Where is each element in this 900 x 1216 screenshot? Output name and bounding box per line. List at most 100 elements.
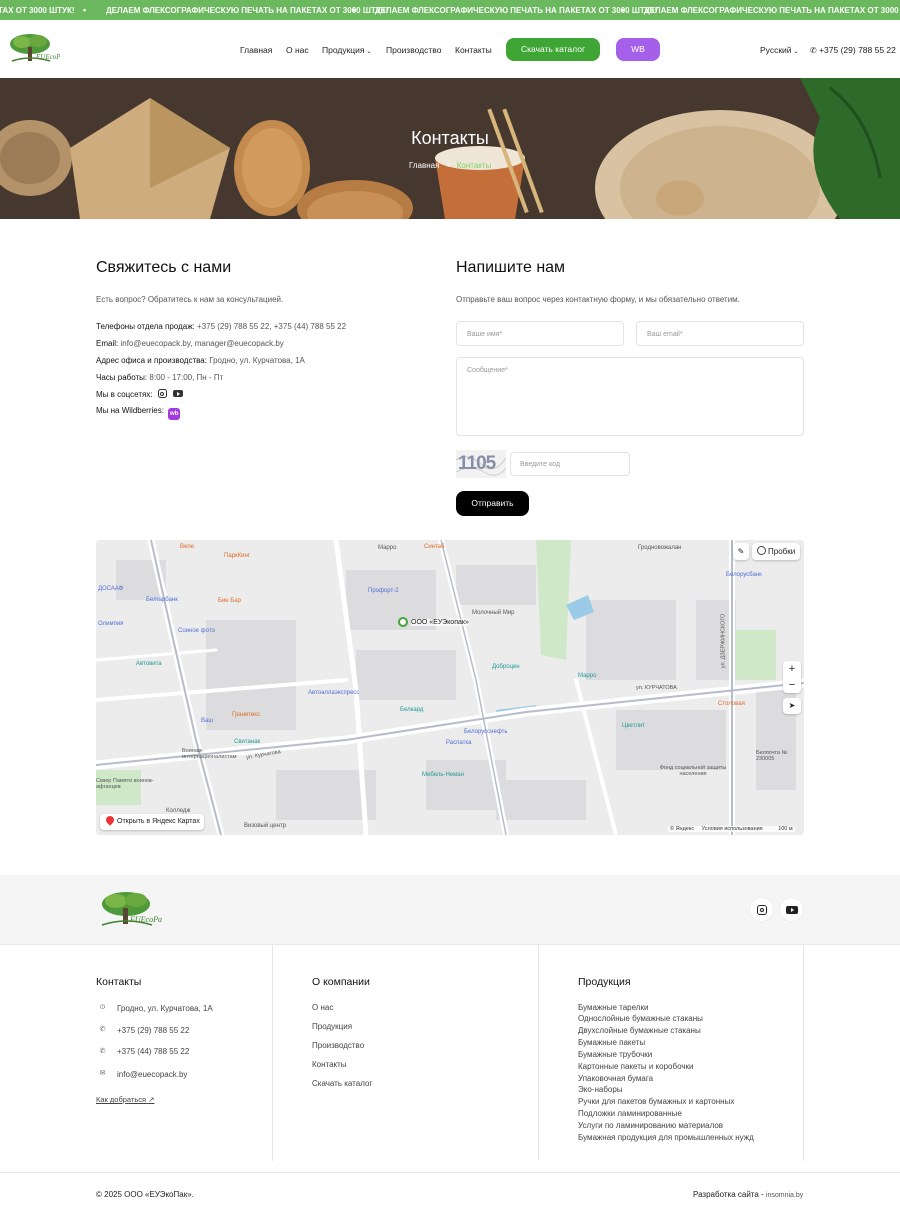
ruler-button[interactable]: ✎ [733, 543, 749, 560]
map-scale: 100 м [778, 826, 793, 832]
email-input[interactable]: Ваш email* [636, 321, 804, 346]
message-textarea[interactable]: Сообщение* [456, 357, 804, 436]
breadcrumb-home[interactable]: Главная [409, 161, 439, 170]
ruler-icon: ✎ [737, 547, 745, 556]
language-selector[interactable]: Русский ⌄ [760, 45, 799, 55]
chevron-down-icon: ⌄ [793, 49, 799, 55]
map-marker-icon[interactable] [398, 617, 408, 627]
navigation-arrow-icon: ➤ [788, 701, 796, 710]
terms-link[interactable]: Условия использования [702, 826, 763, 832]
footer-logo[interactable]: EUEcoPack [96, 891, 170, 931]
route-link[interactable]: Как добраться ↗ [96, 1095, 154, 1104]
footer-product-link[interactable]: Картонные пакеты и коробочки [578, 1062, 693, 1071]
instagram-icon[interactable] [157, 389, 167, 398]
form-subtitle: Отправьте ваш вопрос через контактную фо… [456, 295, 740, 304]
zoom-in-button[interactable]: + [783, 661, 801, 677]
chevron-down-icon: ⌄ [366, 49, 372, 55]
hours-row: Часы работы: 8:00 - 17:00, Пн - Пт [96, 373, 223, 382]
email-value[interactable]: info@euecopack.by, manager@euecopack.by [120, 339, 283, 348]
nav-contacts[interactable]: Контакты [455, 45, 492, 55]
footer-product-link[interactable]: Эко-наборы [578, 1085, 623, 1094]
developer-label: Разработка сайта - [693, 1190, 764, 1199]
svg-text:EUEcoPack: EUEcoPack [129, 915, 162, 924]
footer-phone-2[interactable]: +375 (44) 788 55 22 [117, 1047, 189, 1056]
footer-about-link[interactable]: Контакты [312, 1060, 347, 1069]
developer-link[interactable]: insomnia.by [766, 1192, 803, 1199]
footer-product-link[interactable]: Упаковочная бумага [578, 1074, 653, 1083]
nav-about[interactable]: О нас [286, 45, 309, 55]
footer-product-link[interactable]: Бумажные трубочки [578, 1050, 652, 1059]
wildberries-button[interactable]: WB [616, 38, 660, 61]
map-poi-label: ДОСААФ [98, 586, 124, 592]
yandex-map[interactable]: ООО «ЕУЭкопак» Bene ПаркКинг Синтаб Марр… [96, 540, 804, 835]
open-in-yandex-label: Открыть в Яндекс Картах [117, 818, 200, 825]
mail-icon: ✉ [99, 1070, 106, 1077]
header-phone[interactable]: ✆ +375 (29) 788 55 22 [810, 45, 896, 55]
footer-about-link[interactable]: Скачать каталог [312, 1079, 372, 1088]
svg-text:EUEcoPack: EUEcoPack [35, 53, 60, 61]
footer-about-link[interactable]: Продукция [312, 1022, 352, 1031]
captcha-input[interactable]: Введите код [510, 452, 630, 476]
map-poi-label: Доброцен [492, 664, 520, 670]
footer-product-link[interactable]: Бумажная продукция для промышленных нужд [578, 1133, 754, 1142]
youtube-icon[interactable] [173, 390, 184, 397]
contact-title: Свяжитесь с нами [96, 259, 232, 276]
map-poi-label: Цветлит [622, 723, 645, 729]
map-poi-label: Свитанак [234, 739, 261, 745]
nav-products[interactable]: Продукция ⌄ [322, 45, 372, 55]
footer-product-link[interactable]: Услуги по ламинированию материалов [578, 1121, 723, 1130]
page: ТАХ ОТ 3000 ШТУК! • ДЕЛАЕМ ФЛЕКСОГРАФИЧЕ… [0, 0, 900, 1216]
map-attribution: © Яндекс Условия использования 100 м [668, 826, 795, 832]
footer-product-link[interactable]: Подложки ламинированные [578, 1109, 682, 1118]
open-in-yandex-link[interactable]: Открыть в Яндекс Картах [100, 814, 204, 830]
wildberries-icon[interactable]: wb [168, 408, 181, 420]
footer-about-title: О компании [312, 976, 370, 988]
map-marker-label: ООО «ЕУЭкопак» [411, 619, 469, 626]
nav-production[interactable]: Производство [386, 45, 441, 55]
submit-button[interactable]: Отправить [456, 491, 529, 516]
map-poi-label: Белгарбанк [146, 597, 178, 603]
map-canvas [96, 540, 804, 835]
geolocation-button[interactable]: ➤ [783, 698, 801, 714]
footer-instagram-button[interactable] [749, 897, 774, 922]
traffic-button[interactable]: Пробки [752, 543, 800, 560]
minus-icon: − [788, 679, 796, 691]
footer-product-link[interactable]: Ручки для пакетов бумажных и картонных [578, 1097, 734, 1106]
footer-product-link[interactable]: Однослойные бумажные стаканы [578, 1014, 703, 1023]
footer-product-link[interactable]: Бумажные пакеты [578, 1038, 645, 1047]
nav-home[interactable]: Главная [240, 45, 272, 55]
footer-product-link[interactable]: Двухслойные бумажные стаканы [578, 1026, 701, 1035]
footer-address: Гродно, ул. Курчатова, 1А [117, 1004, 213, 1013]
map-poi-label: Распатка [446, 740, 472, 746]
breadcrumb-separator: • [446, 161, 450, 170]
map-poi-label: Воинам-интернационалистам [182, 748, 237, 760]
wb-label: Мы на Wildberries: [96, 406, 164, 415]
tree-logo-icon: EUEcoPack [10, 34, 71, 62]
form-title: Напишите нам [456, 259, 566, 276]
footer-youtube-button[interactable] [779, 897, 804, 922]
map-poi-label: Белпочта № 230005 [756, 750, 788, 762]
captcha-code: 1105 [458, 453, 496, 474]
name-input[interactable]: Ваше имя* [456, 321, 624, 346]
download-catalog-button[interactable]: Скачать каталог [506, 38, 600, 61]
developer-credit: Разработка сайта - insomnia.by [693, 1190, 803, 1199]
zoom-out-button[interactable]: − [783, 677, 801, 693]
map-poi-label: Соиное фото [178, 628, 215, 634]
phones-value[interactable]: +375 (29) 788 55 22, +375 (44) 788 55 22 [197, 322, 346, 331]
yandex-copyright[interactable]: © Яндекс [670, 826, 694, 832]
ticker-text: ДЕЛАЕМ ФЛЕКСОГРАФИЧЕСКУЮ ПЕЧАТЬ НА ПАКЕТ… [375, 6, 658, 15]
footer-contacts-title: Контакты [96, 976, 142, 988]
footer-about-link[interactable]: О нас [312, 1003, 333, 1012]
footer-email[interactable]: info@euecopack.by [117, 1070, 187, 1079]
footer-product-link[interactable]: Бумажные тарелки [578, 1003, 648, 1012]
footer-phone-1[interactable]: +375 (29) 788 55 22 [117, 1026, 189, 1035]
route-link-label: Как добраться [96, 1095, 147, 1104]
header-phone-number: +375 (29) 788 55 22 [819, 45, 896, 55]
footer-divider [803, 945, 804, 1161]
map-poi-label: Гродновожалан [638, 545, 682, 551]
nav-products-label: Продукция [322, 45, 365, 55]
logo[interactable]: EUEcoPack [6, 33, 71, 67]
contact-subtitle: Есть вопрос? Обратитесь к нам за консуль… [96, 295, 284, 304]
tree-logo-icon: EUEcoPack [101, 892, 170, 926]
footer-about-link[interactable]: Производство [312, 1041, 364, 1050]
